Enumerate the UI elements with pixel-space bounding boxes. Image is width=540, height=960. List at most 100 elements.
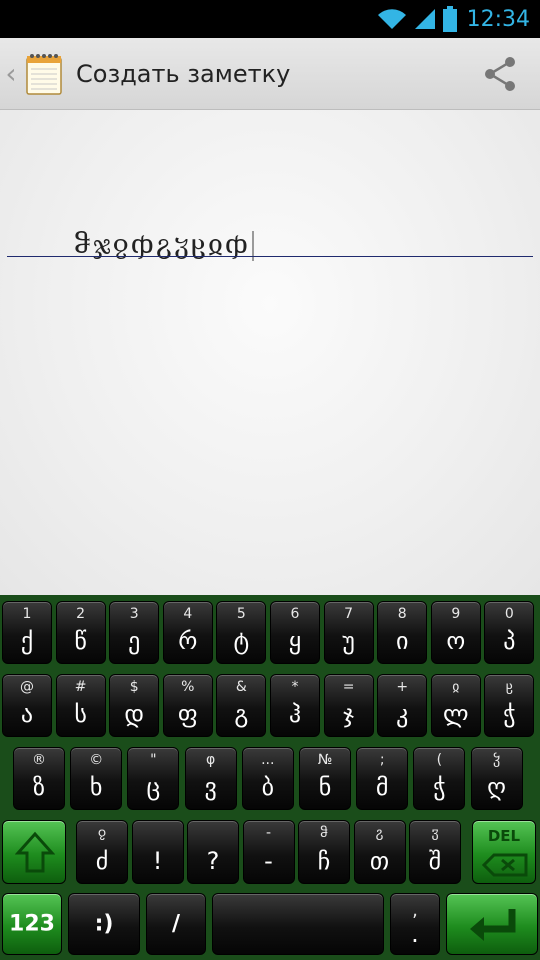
key-row4-5[interactable]: ჷთ (353, 820, 406, 884)
key-hint: 1 (22, 606, 32, 622)
key-row3-5[interactable]: № ნ (299, 747, 351, 810)
key-hint: + (396, 679, 409, 695)
key-char: გ (234, 700, 249, 728)
key-row1-1[interactable]: 2წ (55, 601, 106, 664)
key-char: ? (206, 847, 220, 875)
key-char: ა (20, 700, 34, 728)
share-button[interactable] (478, 52, 522, 96)
key-row2-9[interactable]: ჸჭ (484, 674, 535, 737)
key-hint: ... (261, 752, 275, 768)
key-row2-2[interactable]: $ დ (109, 674, 160, 737)
key-row4-4[interactable]: ჵჩ (298, 820, 350, 884)
key-row3-0[interactable]: ® ზ (13, 747, 65, 810)
key-hint: = (342, 679, 355, 695)
key-row3-6[interactable]: ; მ (356, 747, 409, 810)
key-char: დ (124, 700, 144, 728)
key-char: ყ (288, 627, 302, 655)
key-row2-0[interactable]: @ ა (2, 674, 52, 737)
key-char: შ (428, 847, 442, 875)
key-row3-3[interactable]: φვ (184, 747, 237, 810)
key-row1-6[interactable]: 7უ (323, 601, 374, 664)
note-underline (7, 256, 533, 257)
backspace-icon (482, 853, 528, 877)
key-row3-7[interactable]: (ჭ (413, 747, 466, 810)
key-row3-4[interactable]: ... ბ (241, 747, 294, 810)
key-row4-3[interactable]: -- (242, 820, 295, 884)
delete-key[interactable]: DEL (472, 820, 536, 884)
battery-icon (442, 6, 457, 32)
key-row1-4[interactable]: 5ტ (216, 601, 267, 664)
notepad-icon[interactable] (24, 52, 64, 96)
key-row3-2[interactable]: " ც (127, 747, 180, 810)
key-hint: @ (20, 679, 34, 695)
key-hint: & (235, 679, 247, 695)
key-row3-1[interactable]: © ხ (70, 747, 123, 810)
key-row2-7[interactable]: + კ (377, 674, 428, 737)
key-hint: ჳ (431, 825, 439, 841)
status-bar: 12:34 (0, 0, 540, 38)
punctuation-key[interactable]: , . (390, 893, 440, 955)
numbers-label: 123 (9, 911, 55, 937)
key-char: ტ (233, 627, 250, 655)
key-char: ზ (32, 773, 45, 801)
delete-label: DEL (487, 827, 521, 845)
key-char: ! (152, 847, 163, 875)
key-row1-8[interactable]: 9ო (430, 601, 481, 664)
key-char: ლ (443, 700, 469, 728)
key-row4-6[interactable]: ჳშ (409, 820, 461, 884)
key-hint: 3 (129, 606, 139, 622)
key-row2-1[interactable]: # ს (55, 674, 106, 737)
key-char: ხ (89, 773, 103, 801)
key-hint: ® (32, 752, 46, 768)
period-label: . (411, 920, 419, 948)
key-hint: 8 (397, 606, 407, 622)
key-row1-9[interactable]: 0პ (484, 601, 535, 664)
key-row1-0[interactable]: 1ქ (2, 601, 52, 664)
key-char: ნ (318, 773, 332, 801)
key-row2-3[interactable]: % ფ (162, 674, 213, 737)
key-hint: 5 (236, 606, 246, 622)
key-row1-3[interactable]: 4რ (162, 601, 213, 664)
key-char: ც (146, 773, 161, 801)
key-char: ო (446, 627, 466, 655)
slash-key[interactable]: / (146, 893, 206, 955)
shift-key[interactable] (2, 820, 66, 884)
enter-key[interactable] (446, 893, 538, 955)
key-row2-8[interactable]: ჲლ (430, 674, 481, 737)
key-char: - (264, 847, 273, 875)
note-editor[interactable]: ჵჯჹჶჷჳჸჲჶ (0, 110, 540, 595)
key-row4-1[interactable]: ! (131, 820, 184, 884)
key-hint: ჸ (505, 679, 513, 695)
key-hint: 2 (76, 606, 86, 622)
key-char: ფ (177, 700, 198, 728)
key-row1-5[interactable]: 6ყ (270, 601, 320, 664)
enter-arrow-icon (470, 909, 516, 941)
key-hint: № (317, 752, 333, 768)
key-row3-8[interactable]: ჴღ (470, 747, 523, 810)
key-char: ი (395, 627, 409, 655)
key-hint: % (181, 679, 195, 695)
key-row2-6[interactable]: = ჯ (323, 674, 374, 737)
action-bar: ‹ Создать заметку (0, 38, 540, 110)
smiley-key[interactable]: :) (68, 893, 140, 955)
key-row2-4[interactable]: & გ (216, 674, 267, 737)
numbers-key[interactable]: 123 (2, 893, 62, 955)
share-icon (485, 57, 515, 91)
key-char: ჭ (503, 700, 516, 728)
key-row4-0[interactable]: ჹძ (76, 820, 128, 884)
comma-label: , (412, 900, 418, 921)
key-char: ვ (204, 773, 217, 801)
key-row1-2[interactable]: 3ე (109, 601, 160, 664)
key-hint: © (89, 752, 104, 768)
key-row4-2[interactable]: ? (187, 820, 239, 884)
key-row1-7[interactable]: 8ი (377, 601, 428, 664)
shift-arrow-icon (15, 831, 55, 873)
key-hint: 7 (344, 606, 354, 622)
key-row2-5[interactable]: * ჰ (270, 674, 320, 737)
key-hint: ჷ (375, 825, 384, 841)
chevron-left-icon[interactable]: ‹ (2, 38, 20, 110)
key-char: ქ (20, 627, 34, 655)
signal-icon (413, 7, 437, 31)
key-hint: # (74, 679, 87, 695)
space-key[interactable] (212, 893, 384, 955)
